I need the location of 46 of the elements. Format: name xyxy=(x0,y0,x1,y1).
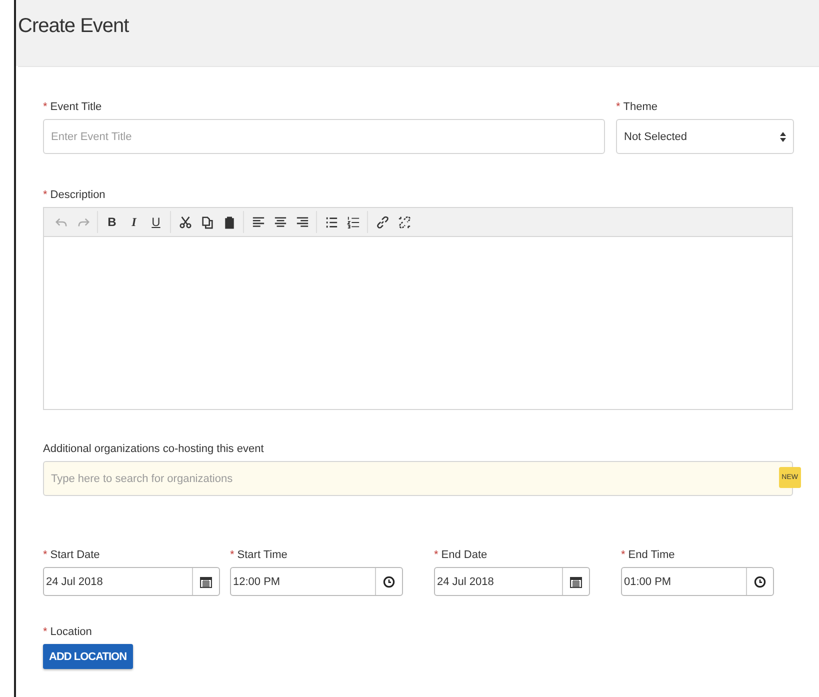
field-label: Event Title xyxy=(50,101,102,113)
time-field[interactable]: 01:00 PM xyxy=(621,567,774,596)
clock-icon xyxy=(383,576,395,588)
italic-button[interactable]: I xyxy=(123,211,145,233)
event-title-field[interactable]: Enter Event Title xyxy=(43,119,605,154)
unlink-icon xyxy=(398,216,410,228)
bold-button[interactable]: B xyxy=(101,211,123,233)
add-location-button[interactable]: ADD LOCATION xyxy=(43,644,133,669)
required-marker: * xyxy=(43,549,48,561)
field-label: Description xyxy=(50,189,106,201)
link-icon xyxy=(376,216,388,228)
undo-icon xyxy=(54,216,68,228)
paste-icon xyxy=(222,216,236,228)
time-field[interactable]: 12:00 PM xyxy=(230,567,403,596)
cut-icon xyxy=(178,216,192,228)
required-marker: * xyxy=(616,101,620,113)
required-marker: * xyxy=(434,549,438,561)
date-field[interactable]: 24 Jul 2018 xyxy=(434,567,590,596)
field-label: Theme xyxy=(623,101,658,113)
field-label: Start Date xyxy=(50,549,100,561)
description-editor[interactable]: B I U xyxy=(43,207,793,410)
calendar-icon xyxy=(570,576,582,588)
required-marker: * xyxy=(43,101,48,113)
redo-icon xyxy=(76,216,90,228)
required-marker: * xyxy=(43,189,48,201)
required-marker: * xyxy=(621,549,626,561)
underline-button[interactable]: U xyxy=(145,211,167,233)
field-label: Additional organizations co-hosting this event xyxy=(43,443,264,455)
field-label: Location xyxy=(50,626,92,638)
theme-select[interactable]: Not Selected xyxy=(616,119,794,154)
field-label: End Date xyxy=(441,549,488,561)
calendar-icon xyxy=(200,576,212,588)
field-label: Start Time xyxy=(237,549,288,561)
numbered-list-icon xyxy=(346,216,360,228)
bullet-list-icon xyxy=(324,216,338,228)
required-marker: * xyxy=(43,626,48,638)
field-label: End Time xyxy=(628,549,675,561)
date-field[interactable]: 24 Jul 2018 xyxy=(43,567,220,596)
sort-arrows-icon xyxy=(780,132,786,142)
align-center-icon xyxy=(274,216,286,228)
align-right-icon xyxy=(296,216,308,228)
required-marker: * xyxy=(230,549,234,561)
copy-icon xyxy=(200,216,214,228)
clock-icon xyxy=(754,576,766,588)
page-title: Create Event xyxy=(18,14,129,38)
align-left-icon xyxy=(252,216,264,228)
